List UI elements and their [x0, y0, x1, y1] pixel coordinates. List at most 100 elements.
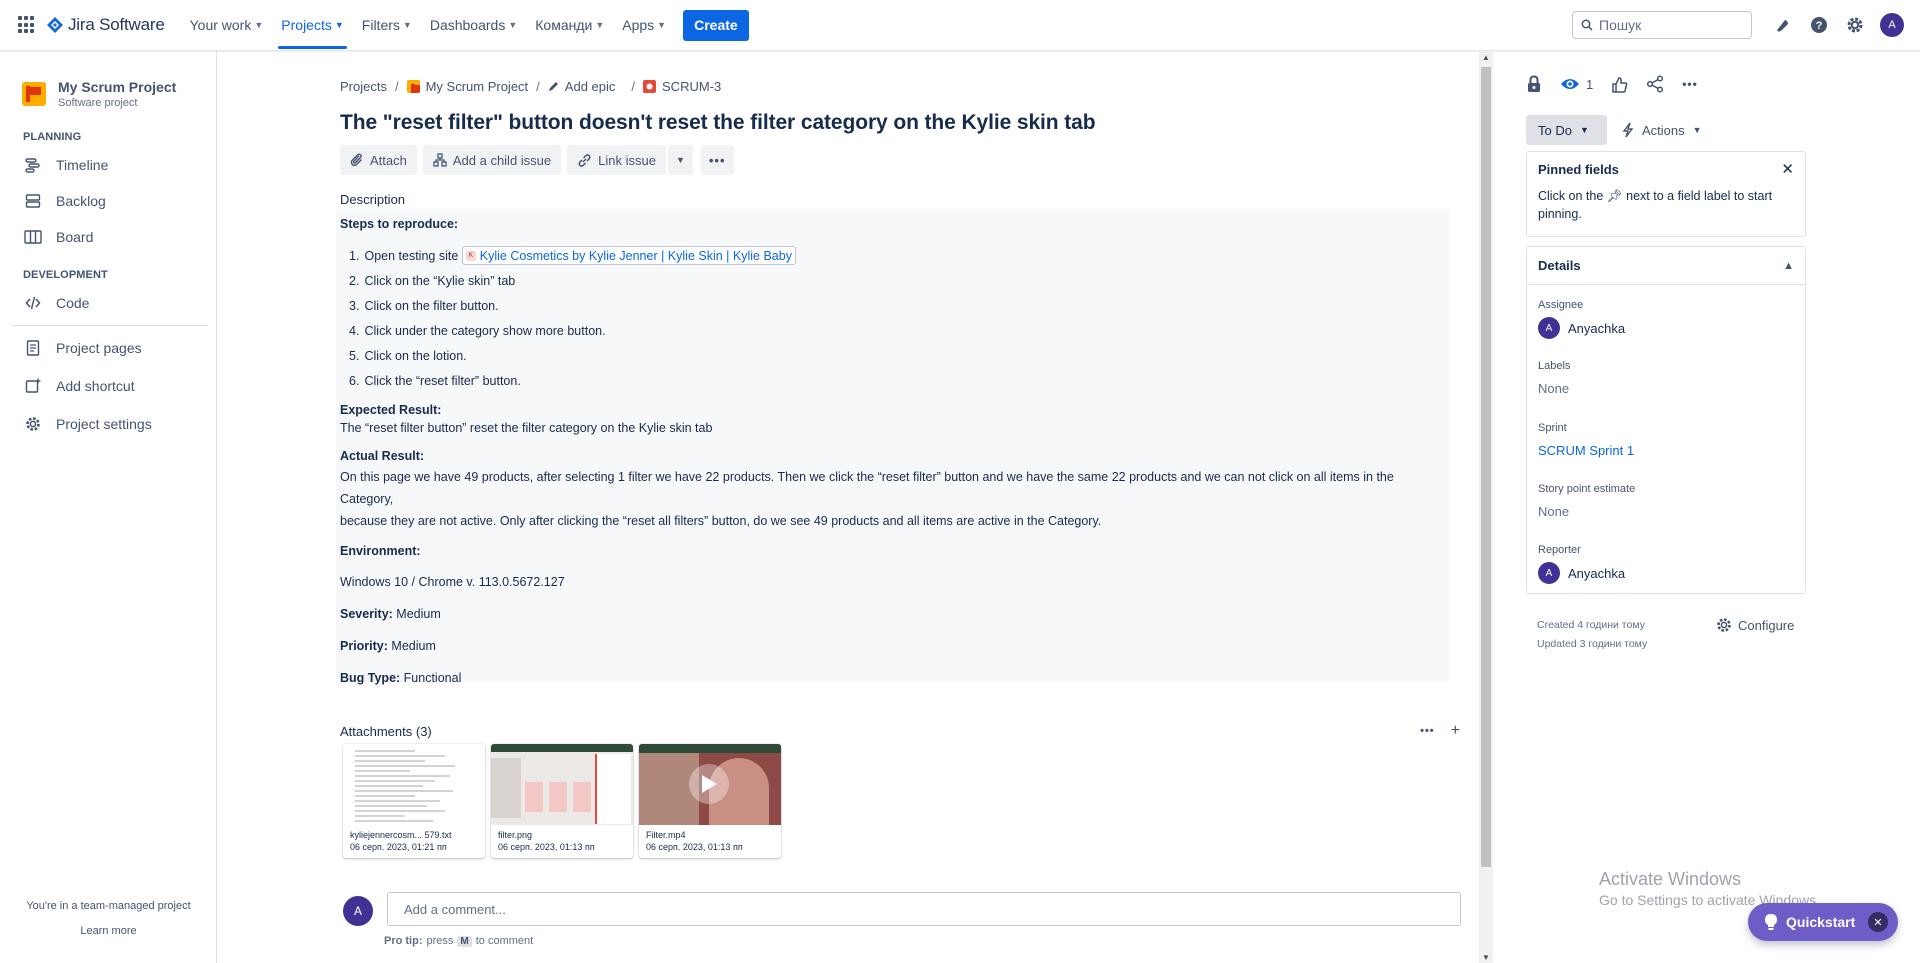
sidebar-item-add-shortcut[interactable]: Add shortcut [0, 368, 216, 404]
attachment-name: filter.png [498, 830, 533, 840]
play-icon[interactable] [689, 764, 729, 804]
watch-button[interactable]: 1 [1560, 77, 1593, 92]
breadcrumb-projects[interactable]: Projects [340, 79, 387, 94]
scrollbar-thumb[interactable] [1481, 67, 1491, 867]
environment-heading: Environment: [340, 543, 421, 558]
sprint-link[interactable]: SCRUM Sprint 1 [1538, 443, 1634, 458]
comment-row: A Add a comment... [343, 892, 1461, 926]
step-text: Click on the “Kylie skin” tab [364, 273, 516, 288]
nav-dashboards[interactable]: Dashboards ▼ [421, 0, 526, 51]
close-icon[interactable]: ✕ [1781, 160, 1794, 178]
sidebar-item-label: Code [56, 295, 90, 311]
nav-label: Filters [361, 17, 400, 33]
step-text: Click the “reset filter” button. [364, 373, 521, 388]
configure-button[interactable]: Configure [1716, 617, 1794, 633]
list-item: 5. Click on the lotion. [349, 343, 1445, 368]
sidebar-item-timeline[interactable]: Timeline [0, 147, 216, 183]
sidebar-item-code[interactable]: Code [0, 285, 216, 321]
list-item: 6. Click the “reset filter” button. [349, 368, 1445, 393]
comment-input[interactable]: Add a comment... [387, 892, 1461, 926]
settings-icon[interactable] [1844, 14, 1866, 36]
main-scrollbar[interactable]: ▲ ▼ [1479, 52, 1493, 963]
jira-logo[interactable]: Jira Software [46, 15, 165, 35]
thumbs-up-icon[interactable] [1611, 76, 1628, 93]
more-icon[interactable]: ••• [1682, 77, 1698, 91]
link-issue-dropdown[interactable]: ▼ [667, 145, 693, 175]
child-issue-icon [433, 153, 447, 167]
nav-filters[interactable]: Filters ▼ [353, 0, 421, 51]
more-actions-button[interactable]: ••• [700, 145, 734, 175]
lock-icon[interactable] [1526, 75, 1542, 93]
project-header[interactable]: My Scrum Project Software project [0, 51, 216, 109]
create-button[interactable]: Create [683, 9, 749, 41]
pro-tip: Pro tip: press M to comment [384, 935, 533, 947]
app-switcher-icon[interactable] [18, 16, 36, 34]
planning-section-title: PLANNING [23, 131, 82, 143]
watch-count: 1 [1586, 76, 1594, 92]
learn-more-link[interactable]: Learn more [0, 925, 217, 937]
status-dropdown[interactable]: To Do ▼ [1526, 115, 1607, 145]
chevron-down-icon: ▼ [334, 20, 344, 30]
scroll-down-arrow-icon[interactable]: ▼ [1482, 953, 1490, 962]
close-icon[interactable]: ✕ [1868, 912, 1888, 932]
sidebar-item-board[interactable]: Board [0, 219, 216, 255]
notifications-icon[interactable] [1772, 14, 1794, 36]
backlog-icon [24, 192, 42, 210]
field-value: None [1538, 381, 1570, 396]
labels-field[interactable]: Labels None [1538, 360, 1570, 396]
attachment-card[interactable]: kyliejennercosm... 579.txt 06 серп. 2023… [343, 744, 485, 858]
nav-projects[interactable]: Projects ▼ [272, 0, 353, 51]
attachment-card[interactable]: filter.png 06 серп. 2023, 01:13 пп [491, 744, 633, 858]
gear-icon [24, 415, 42, 433]
field-value: A Anyachka [1538, 562, 1625, 584]
breadcrumb-add-epic[interactable]: Add epic [565, 79, 616, 94]
reporter-field[interactable]: Reporter A Anyachka [1538, 544, 1625, 584]
share-icon[interactable] [1646, 75, 1664, 93]
severity-value: Medium [396, 606, 441, 621]
sidebar-item-project-pages[interactable]: Project pages [0, 330, 216, 366]
project-sidebar: My Scrum Project Software project PLANNI… [0, 51, 217, 963]
kylie-site-link[interactable]: K Kylie Cosmetics by Kylie Jenner | Kylie… [461, 246, 796, 266]
plus-icon[interactable]: + [1451, 722, 1460, 740]
search-input[interactable]: Пошук [1572, 11, 1752, 39]
more-icon[interactable]: ••• [1420, 725, 1435, 737]
sidebar-item-project-settings[interactable]: Project settings [0, 406, 216, 442]
description-body[interactable]: Steps to reproduce: 1. Open testing site… [336, 209, 1449, 685]
add-child-issue-button[interactable]: Add a child issue [422, 145, 562, 175]
nav-your-work[interactable]: Your work ▼ [181, 0, 273, 51]
details-header[interactable]: Details ▲ [1527, 247, 1805, 285]
breadcrumb-issue-key[interactable]: SCRUM-3 [662, 79, 721, 94]
image-preview [491, 744, 633, 825]
scroll-up-arrow-icon[interactable]: ▲ [1482, 53, 1490, 62]
user-avatar[interactable]: A [1880, 13, 1904, 37]
field-label: Story point estimate [1538, 483, 1636, 495]
breadcrumb-project[interactable]: My Scrum Project [426, 79, 529, 94]
sprint-field[interactable]: Sprint SCRUM Sprint 1 [1538, 422, 1634, 458]
quickstart-button[interactable]: Quickstart ✕ [1748, 903, 1898, 941]
created-time: Created 4 години тому [1537, 619, 1645, 631]
steps-list: 1. Open testing site K Kylie Cosmetics by… [340, 243, 1445, 393]
help-icon[interactable]: ? [1808, 14, 1830, 36]
avatar: A [1538, 562, 1560, 584]
step-number: 1. [349, 248, 360, 263]
status-label: To Do [1538, 122, 1572, 138]
sidebar-item-backlog[interactable]: Backlog [0, 183, 216, 219]
assignee-field[interactable]: Assignee A Anyachka [1538, 299, 1625, 339]
pinned-text-start: Click on the [1538, 189, 1604, 203]
sidebar-item-label: Timeline [56, 157, 109, 173]
story-points-field[interactable]: Story point estimate None [1538, 483, 1635, 519]
project-avatar-icon [406, 80, 420, 93]
link-issue-button[interactable]: Link issue [567, 145, 666, 175]
attachment-card[interactable]: Filter.mp4 06 серп. 2023, 01:13 пп [639, 744, 781, 858]
bugtype-line: Bug Type: Functional [340, 669, 1445, 687]
actual-text-line1: On this page we have 49 products, after … [340, 469, 1394, 506]
nav-apps[interactable]: Apps ▼ [613, 0, 675, 51]
team-managed-note: You're in a team-managed project [26, 900, 191, 912]
issue-title[interactable]: The "reset filter" button doesn't reset … [340, 111, 1096, 135]
step-number: 3. [349, 298, 360, 313]
nav-teams[interactable]: Команди ▼ [526, 0, 613, 51]
attach-button[interactable]: Attach [340, 145, 417, 175]
actions-dropdown[interactable]: Actions ▼ [1622, 115, 1702, 145]
chevron-down-icon: ▼ [508, 20, 518, 30]
protip-suffix: to comment [475, 935, 534, 947]
